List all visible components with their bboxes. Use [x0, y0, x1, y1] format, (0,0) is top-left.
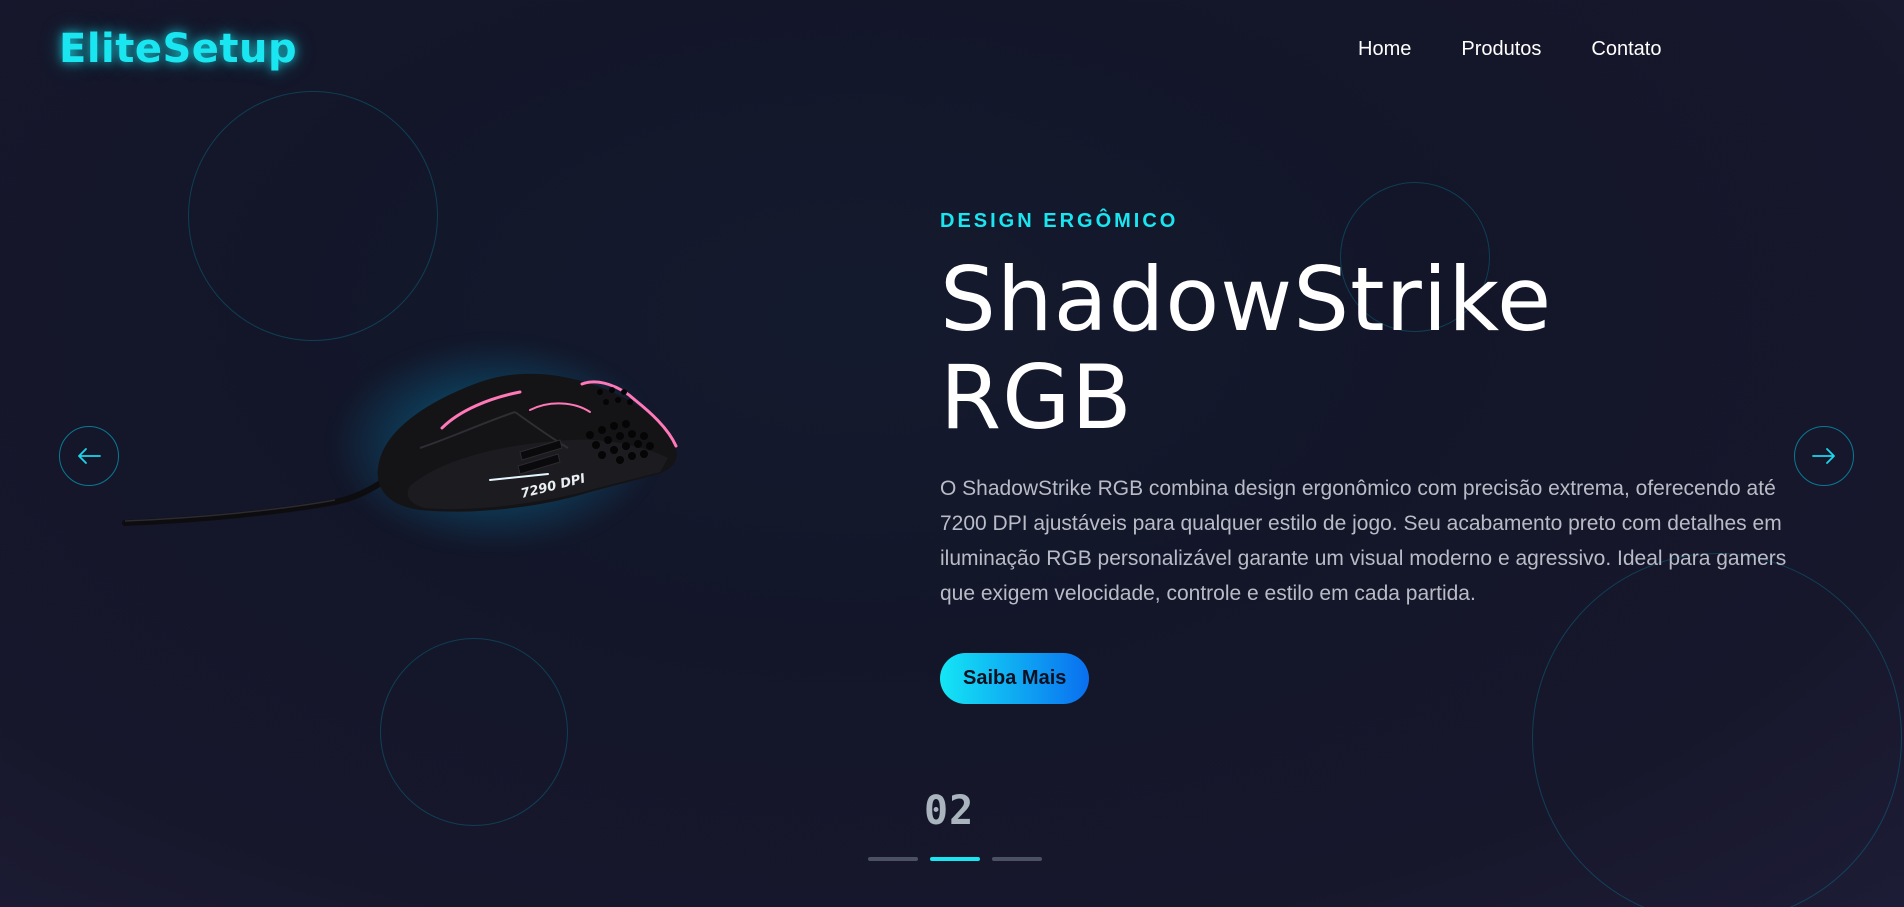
slide-pagination: [868, 857, 1042, 861]
gaming-mouse-illustration: 7290 DPI: [122, 373, 678, 526]
nav-link-contato[interactable]: Contato: [1591, 38, 1661, 61]
decorative-circle-bottom-left: [380, 638, 568, 826]
hero-title-line-2: RGB: [940, 346, 1133, 449]
hero-title: ShadowStrike RGB: [940, 251, 1800, 447]
arrow-right-icon: [1812, 448, 1835, 464]
main-nav: Home Produtos Contato: [1358, 38, 1661, 61]
hero-description: O ShadowStrike RGB combina design ergonô…: [940, 477, 1787, 605]
hero-title-line-1: ShadowStrike: [940, 248, 1553, 351]
next-slide-button[interactable]: [1794, 426, 1854, 486]
product-image: 7290 DPI: [120, 340, 720, 560]
saiba-mais-button[interactable]: Saiba Mais: [940, 653, 1090, 704]
slide-dot-1[interactable]: [868, 857, 918, 861]
slide-number: 02: [924, 788, 975, 834]
arrow-left-icon: [78, 448, 101, 464]
nav-link-produtos[interactable]: Produtos: [1461, 38, 1541, 61]
brand-logo[interactable]: EliteSetup: [59, 26, 297, 72]
prev-slide-button[interactable]: [59, 426, 119, 486]
hero-eyebrow: DESIGN ERGÔMICO: [940, 210, 1179, 232]
nav-link-home[interactable]: Home: [1358, 38, 1411, 61]
slide-dot-2[interactable]: [930, 857, 980, 861]
decorative-circle-top-left: [188, 91, 438, 341]
slide-dot-3[interactable]: [992, 857, 1042, 861]
hero-content: DESIGN ERGÔMICO ShadowStrike RGB O Shado…: [940, 210, 1800, 704]
